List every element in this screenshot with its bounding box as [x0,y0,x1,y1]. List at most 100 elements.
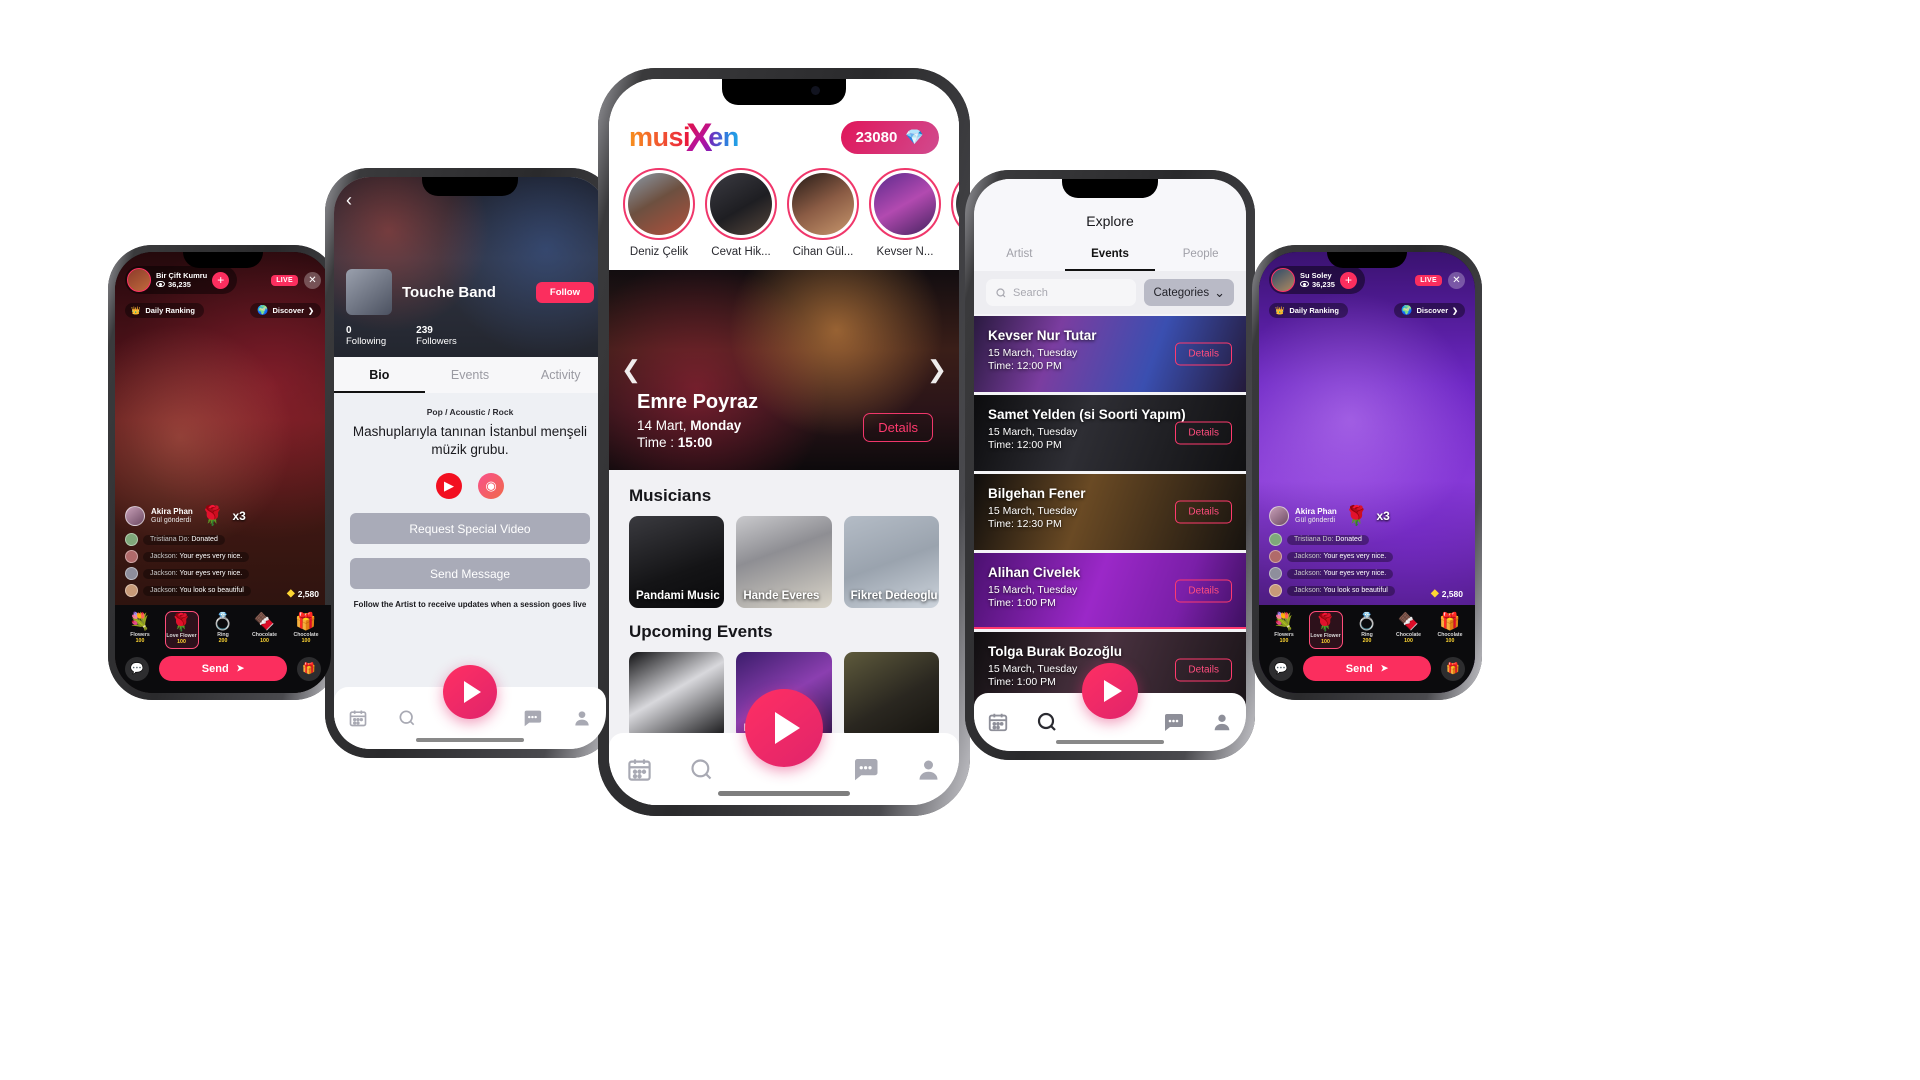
upcoming-event-card[interactable] [843,652,939,740]
avatar [125,550,138,564]
close-icon[interactable]: ✕ [1448,271,1465,289]
musician-card[interactable]: Fikret Dedeoglu [843,516,939,608]
gift-item[interactable]: 💍 Ring 200 [206,611,240,649]
gift-item[interactable]: 🍫 Chocolate 100 [1392,611,1426,649]
musician-card[interactable]: Pandami Music [629,516,725,608]
story-item[interactable]: Cevat Hik... [705,168,777,258]
tab-events[interactable]: Events [425,357,516,393]
tab-activity[interactable]: Activity [515,357,606,393]
event-list-item[interactable]: Samet Yelden (si Soorti Yapım) 15 March,… [974,395,1246,471]
follow-button[interactable]: Follow [535,281,594,303]
upcoming-event-card[interactable] [629,652,725,740]
event-time: Time: 1:00 PM [988,597,1056,609]
prev-arrow-icon[interactable]: ❮ [621,356,641,385]
phone-artist-profile: ‹ Touche Band Follow 0 Following 239 Fol… [325,168,615,758]
coin-balance-badge[interactable]: 23080 💎 [840,121,939,154]
gift-item[interactable]: 🎁 Chocolate 100 [1433,611,1467,649]
event-details-button[interactable]: Details [1175,342,1232,366]
event-details-button[interactable]: Details [1175,579,1232,603]
featured-details-button[interactable]: Details [863,413,933,442]
search-icon[interactable] [397,708,417,728]
event-list-item[interactable]: Kevser Nur Tutar 15 March, Tuesday Time:… [974,316,1246,392]
gift-item[interactable]: 💐 Flowers 100 [123,611,157,649]
host-info-pill[interactable]: Su Soley 36,235 + [1269,266,1365,294]
event-details-button[interactable]: Details [1175,658,1232,682]
chat-icon[interactable]: 💬 [1269,656,1293,681]
chat-user: Jackson: [150,570,178,578]
youtube-icon[interactable]: ▶ [436,473,462,500]
following-stat[interactable]: 0 Following [346,325,386,347]
stories-row[interactable]: Deniz Çelik Cevat Hik... Cihan Gül... Ke… [609,154,959,270]
upcoming-title: Upcoming Events [629,622,773,641]
event-date: 15 March, Tuesday [988,584,1078,596]
diamond-icon: 💎 [905,129,924,146]
event-list-item-accent[interactable]: Alihan Civelek 15 March, Tuesday Time: 1… [974,553,1246,629]
back-icon[interactable]: ‹ [346,191,352,209]
story-name: Cevat Hik... [711,246,771,258]
calendar-icon[interactable] [987,711,1009,733]
close-icon[interactable]: ✕ [304,271,321,289]
event-time: Time: 12:00 PM [988,439,1062,451]
send-message-button[interactable]: Send Message [350,558,590,590]
story-item[interactable]: Deniz Çelik [623,168,695,258]
chat-text: Your eyes very nice. [1323,553,1387,561]
next-arrow-icon[interactable]: ❯ [927,356,947,385]
event-details-button[interactable]: Details [1175,421,1232,445]
follow-plus-button[interactable]: + [1339,271,1357,289]
coin-value: 23080 [855,129,898,146]
diamond-value: 2,580 [1441,589,1463,600]
gift-action-text: Gül gönderdi [1295,516,1336,524]
daily-ranking-button[interactable]: 👑 Daily Ranking [1269,303,1348,318]
profile-icon[interactable] [572,708,592,728]
followers-stat[interactable]: 239 Followers [416,325,457,347]
gift-item[interactable]: 💐 Flowers 100 [1267,611,1301,649]
search-icon[interactable] [688,756,715,783]
send-button[interactable]: Send ➤ [1303,656,1431,681]
gift-item-selected[interactable]: 🌹 Love Flower 100 [1308,611,1343,649]
chat-icon[interactable] [1161,710,1185,734]
tab-events[interactable]: Events [1064,241,1156,271]
request-special-video-button[interactable]: Request Special Video [350,513,590,545]
search-input[interactable]: Search [986,279,1137,306]
profile-icon[interactable] [915,756,942,783]
featured-event-banner[interactable]: ❮ ❯ Emre Poyraz 14 Mart, Monday Time : 1… [609,270,959,470]
tab-people[interactable]: People [1155,241,1246,271]
chat-icon[interactable] [521,707,543,729]
gift-item[interactable]: 🍫 Chocolate 100 [248,611,282,649]
story-item[interactable]: Kevser N... [869,168,941,258]
viewer-count-value: 36,235 [1312,279,1335,289]
chat-icon[interactable] [850,754,880,784]
search-icon[interactable] [1035,710,1059,734]
tab-artist[interactable]: Artist [974,241,1065,271]
tab-bio[interactable]: Bio [334,357,425,393]
story-item[interactable]: Samet Y... [951,168,959,258]
event-details-button[interactable]: Details [1175,500,1232,524]
follow-plus-button[interactable]: + [212,271,230,289]
gift-picker: 💐 Flowers 100 🌹 Love Flower 100 💍 Ring 2… [1259,605,1475,652]
daily-ranking-button[interactable]: 👑 Daily Ranking [125,303,204,318]
discover-button[interactable]: 🌍 Discover ❯ [250,303,321,318]
play-fab[interactable] [443,665,497,719]
play-icon [775,712,800,744]
gift-item-selected[interactable]: 🌹 Love Flower 100 [164,611,199,649]
discover-button[interactable]: 🌍 Discover ❯ [1394,303,1465,318]
play-fab[interactable] [1082,663,1138,719]
calendar-icon[interactable] [348,708,368,728]
discover-label: Discover [272,306,305,315]
chat-user: Jackson: [150,553,178,561]
instagram-icon[interactable]: ◉ [478,473,504,500]
story-item[interactable]: Cihan Gül... [787,168,859,258]
send-button[interactable]: Send ➤ [159,656,287,681]
play-fab[interactable] [745,689,823,767]
gift-item[interactable]: 🎁 Chocolate 100 [289,611,323,649]
gift-icon[interactable]: 🎁 [297,656,321,681]
categories-dropdown[interactable]: Categories ⌄ [1144,279,1234,306]
gift-icon[interactable]: 🎁 [1441,656,1465,681]
event-list-item[interactable]: Bilgehan Fener 15 March, Tuesday Time: 1… [974,474,1246,550]
gift-item[interactable]: 💍 Ring 200 [1350,611,1384,649]
host-info-pill[interactable]: Bir Çift Kumru 36,235 + [125,266,238,294]
chat-icon[interactable]: 💬 [125,656,149,681]
profile-icon[interactable] [1211,711,1233,733]
musician-card[interactable]: Hande Everes [736,516,832,608]
calendar-icon[interactable] [626,756,653,783]
